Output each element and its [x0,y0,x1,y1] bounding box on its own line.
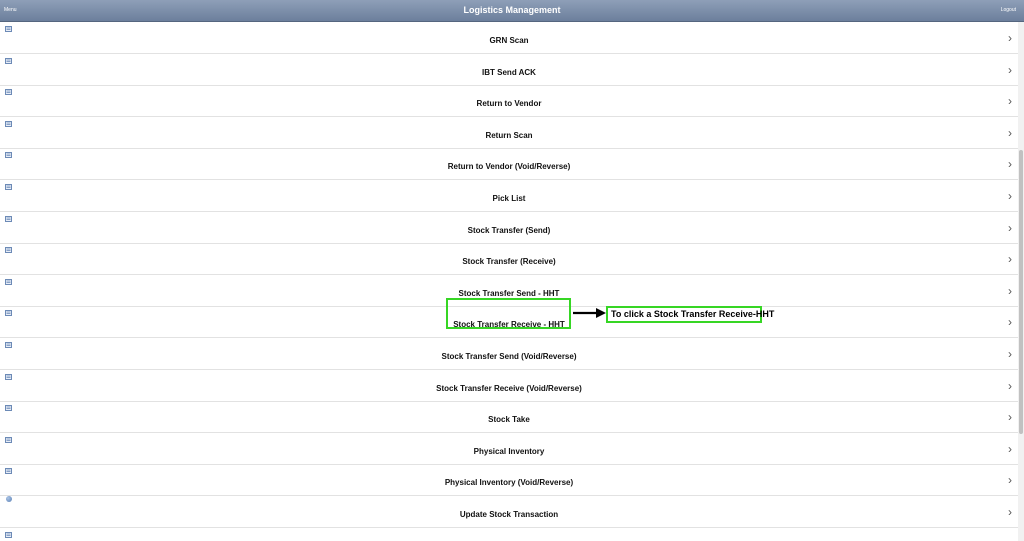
menu-item[interactable]: Return to Vendor (Void/Reverse) › [0,146,1018,181]
menu-item[interactable]: Return to Vendor › [0,83,1018,118]
chevron-right-icon: › [1008,283,1012,298]
chevron-right-icon: › [1008,315,1012,330]
document-icon [5,462,12,475]
chevron-right-icon: › [1008,378,1012,393]
menu-item-label: Return to Vendor (Void/Reverse) [447,162,571,172]
document-icon [5,52,12,64]
annotation-arrow-icon [573,308,606,318]
menu-item-label: Return Scan [485,130,533,140]
menu-item-label: IBT Send ACK [482,67,536,77]
document-icon [5,83,12,96]
document-icon [5,210,12,222]
menu-item[interactable]: Physical Inventory (Void/Reverse) › [0,462,1018,497]
menu-item[interactable]: Stock Transfer (Send) › [0,212,1018,244]
annotation-highlight-box [446,298,571,329]
menu-item[interactable]: Stock Transfer Receive (Void/Reverse) › [0,370,1018,402]
menu-item[interactable]: GRN Scan › [0,22,1018,54]
scrollbar-thumb[interactable] [1019,150,1023,434]
document-icon [5,399,12,412]
menu-item-label: Stock Transfer Receive (Void/Reverse) [436,383,582,393]
document-icon [5,146,12,159]
menu-item[interactable]: Physical Inventory › [0,433,1018,465]
menu-item-label: Return to Vendor [476,99,542,109]
document-icon [5,368,12,380]
menu-item-label: Physical Inventory [473,446,545,456]
menu-item-label: Stock Transfer (Receive) [462,257,556,267]
document-icon [5,431,12,443]
menu-item-label: Pick List [492,194,526,203]
menu-list: GRN Scan › IBT Send ACK › Return to Vendor › R… [0,22,1018,541]
menu-item-label: Stock Transfer Send (Void/Reverse) [441,352,577,361]
menu-item[interactable]: Stock Transfer Send (Void/Reverse) › [0,338,1018,370]
document-icon [5,22,12,32]
menu-item[interactable]: Stock Take › [0,399,1018,434]
app-header: Menu Logistics Management Logout [0,0,1024,22]
document-icon [5,115,12,127]
menu-item[interactable]: Return Scan › [0,117,1018,149]
chevron-right-icon: › [1008,157,1012,172]
globe-icon [6,496,12,502]
menu-item-label: Physical Inventory (Void/Reverse) [444,478,574,488]
chevron-right-icon: › [1008,347,1012,361]
page-title: Logistics Management [463,5,561,15]
menu-item[interactable]: IBT Send ACK › [0,54,1018,86]
chevron-right-icon: › [1008,189,1012,203]
menu-item[interactable]: Update Stock Transaction › [0,496,1018,528]
chevron-right-icon: › [1008,220,1012,235]
chevron-right-icon: › [1008,410,1012,425]
menu-item-label: Stock Take [488,415,530,425]
menu-item[interactable]: Pick List › [0,180,1018,212]
chevron-right-icon: › [1008,31,1012,45]
document-icon [5,273,12,285]
chevron-right-icon: › [1008,505,1012,519]
logout-button[interactable]: Logout [1001,0,1016,21]
chevron-right-icon: › [1008,62,1012,77]
scrollbar[interactable] [1018,22,1024,541]
menu-item[interactable]: Stock Transfer (Receive) › [0,241,1018,276]
annotation-callout: To click a Stock Transfer Receive-HHT [606,306,774,323]
document-icon [5,241,12,254]
chevron-right-icon: › [1008,441,1012,456]
menu-item-label: Stock Transfer (Send) [467,225,551,235]
document-icon [5,304,12,317]
chevron-right-icon: › [1008,125,1012,140]
document-icon [5,336,12,348]
document-icon [5,178,12,190]
menu-item-label: Update Stock Transaction [459,510,559,519]
document-icon [5,526,12,538]
chevron-right-icon: › [1008,537,1012,541]
menu-item[interactable]: Inventory Out Approval› [0,528,1018,541]
chevron-right-icon: › [1008,94,1012,109]
chevron-right-icon: › [1008,473,1012,488]
chevron-right-icon: › [1008,252,1012,267]
menu-item-label: GRN Scan [489,36,529,45]
